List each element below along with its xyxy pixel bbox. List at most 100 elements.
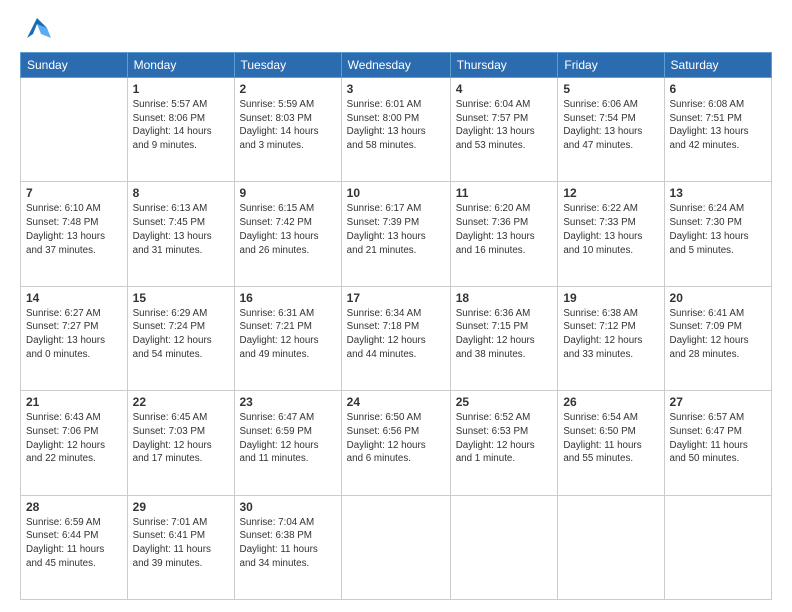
calendar-cell: 19Sunrise: 6:38 AM Sunset: 7:12 PM Dayli…	[558, 286, 664, 390]
day-number: 29	[133, 500, 229, 514]
day-info: Sunrise: 6:04 AM Sunset: 7:57 PM Dayligh…	[456, 98, 553, 153]
calendar-cell: 2 Sunrise: 5:59 AM Sunset: 8:03 PM Daylig…	[234, 78, 341, 182]
calendar-cell: 4 Sunrise: 6:04 AM Sunset: 7:57 PM Daylig…	[450, 78, 558, 182]
calendar-cell	[21, 78, 128, 182]
week-row-5: 28 Sunrise: 6:59 AM Sunset: 6:44 PM Dayli…	[21, 495, 772, 599]
calendar-cell: 15 Sunrise: 6:29 AM Sunset: 7:24 PM Dayli…	[127, 286, 234, 390]
calendar-cell: 18 Sunrise: 6:36 AM Sunset: 7:15 PM Dayli…	[450, 286, 558, 390]
calendar-cell: 23Sunrise: 6:47 AM Sunset: 6:59 PM Dayli…	[234, 391, 341, 495]
header	[20, 18, 772, 42]
day-info: Sunrise: 6:01 AM Sunset: 8:00 PM Dayligh…	[347, 98, 445, 153]
calendar-cell: 9 Sunrise: 6:15 AM Sunset: 7:42 PM Daylig…	[234, 182, 341, 286]
calendar-cell: 13Sunrise: 6:24 AM Sunset: 7:30 PM Dayli…	[664, 182, 771, 286]
day-number: 18	[456, 291, 553, 305]
day-number: 24	[347, 395, 445, 409]
calendar-cell	[450, 495, 558, 599]
day-number: 19	[563, 291, 658, 305]
day-info: Sunrise: 6:20 AM Sunset: 7:36 PM Dayligh…	[456, 202, 553, 257]
day-info: Sunrise: 6:34 AM Sunset: 7:18 PM Dayligh…	[347, 307, 445, 362]
day-info: Sunrise: 6:57 AM Sunset: 6:47 PM Dayligh…	[670, 411, 766, 466]
weekday-header-sunday: Sunday	[21, 53, 128, 78]
day-info: Sunrise: 6:22 AM Sunset: 7:33 PM Dayligh…	[563, 202, 658, 257]
weekday-header-tuesday: Tuesday	[234, 53, 341, 78]
day-number: 2	[240, 82, 336, 96]
day-number: 26	[563, 395, 658, 409]
day-number: 28	[26, 500, 122, 514]
week-row-2: 7 Sunrise: 6:10 AM Sunset: 7:48 PM Daylig…	[21, 182, 772, 286]
weekday-header-saturday: Saturday	[664, 53, 771, 78]
day-info: Sunrise: 6:08 AM Sunset: 7:51 PM Dayligh…	[670, 98, 766, 153]
day-info: Sunrise: 6:10 AM Sunset: 7:48 PM Dayligh…	[26, 202, 122, 257]
calendar-table: SundayMondayTuesdayWednesdayThursdayFrid…	[20, 52, 772, 600]
day-number: 17	[347, 291, 445, 305]
day-info: Sunrise: 6:59 AM Sunset: 6:44 PM Dayligh…	[26, 516, 122, 571]
day-number: 25	[456, 395, 553, 409]
day-number: 22	[133, 395, 229, 409]
day-number: 16	[240, 291, 336, 305]
calendar-cell	[664, 495, 771, 599]
day-info: Sunrise: 6:54 AM Sunset: 6:50 PM Dayligh…	[563, 411, 658, 466]
week-row-4: 21 Sunrise: 6:43 AM Sunset: 7:06 PM Dayli…	[21, 391, 772, 495]
day-info: Sunrise: 6:43 AM Sunset: 7:06 PM Dayligh…	[26, 411, 122, 466]
day-number: 14	[26, 291, 122, 305]
day-number: 27	[670, 395, 766, 409]
day-number: 3	[347, 82, 445, 96]
calendar-cell: 6 Sunrise: 6:08 AM Sunset: 7:51 PM Daylig…	[664, 78, 771, 182]
calendar-cell: 29 Sunrise: 7:01 AM Sunset: 6:41 PM Dayli…	[127, 495, 234, 599]
day-info: Sunrise: 6:17 AM Sunset: 7:39 PM Dayligh…	[347, 202, 445, 257]
calendar-cell: 22 Sunrise: 6:45 AM Sunset: 7:03 PM Dayli…	[127, 391, 234, 495]
day-info: Sunrise: 7:01 AM Sunset: 6:41 PM Dayligh…	[133, 516, 229, 571]
day-number: 12	[563, 186, 658, 200]
day-info: Sunrise: 6:52 AM Sunset: 6:53 PM Dayligh…	[456, 411, 553, 466]
day-info: Sunrise: 6:15 AM Sunset: 7:42 PM Dayligh…	[240, 202, 336, 257]
week-row-1: 1 Sunrise: 5:57 AM Sunset: 8:06 PM Daylig…	[21, 78, 772, 182]
weekday-header-monday: Monday	[127, 53, 234, 78]
calendar-cell: 21 Sunrise: 6:43 AM Sunset: 7:06 PM Dayli…	[21, 391, 128, 495]
day-info: Sunrise: 6:24 AM Sunset: 7:30 PM Dayligh…	[670, 202, 766, 257]
calendar-cell: 17 Sunrise: 6:34 AM Sunset: 7:18 PM Dayli…	[341, 286, 450, 390]
calendar-cell: 28 Sunrise: 6:59 AM Sunset: 6:44 PM Dayli…	[21, 495, 128, 599]
day-info: Sunrise: 6:31 AM Sunset: 7:21 PM Dayligh…	[240, 307, 336, 362]
day-info: Sunrise: 7:04 AM Sunset: 6:38 PM Dayligh…	[240, 516, 336, 571]
day-number: 15	[133, 291, 229, 305]
day-number: 7	[26, 186, 122, 200]
day-number: 9	[240, 186, 336, 200]
calendar-cell: 20 Sunrise: 6:41 AM Sunset: 7:09 PM Dayli…	[664, 286, 771, 390]
calendar-cell: 30Sunrise: 7:04 AM Sunset: 6:38 PM Dayli…	[234, 495, 341, 599]
day-info: Sunrise: 6:47 AM Sunset: 6:59 PM Dayligh…	[240, 411, 336, 466]
day-info: Sunrise: 6:45 AM Sunset: 7:03 PM Dayligh…	[133, 411, 229, 466]
day-number: 21	[26, 395, 122, 409]
day-info: Sunrise: 5:57 AM Sunset: 8:06 PM Dayligh…	[133, 98, 229, 153]
calendar-cell: 14 Sunrise: 6:27 AM Sunset: 7:27 PM Dayli…	[21, 286, 128, 390]
calendar-cell: 27 Sunrise: 6:57 AM Sunset: 6:47 PM Dayli…	[664, 391, 771, 495]
day-info: Sunrise: 6:06 AM Sunset: 7:54 PM Dayligh…	[563, 98, 658, 153]
day-number: 6	[670, 82, 766, 96]
day-info: Sunrise: 6:27 AM Sunset: 7:27 PM Dayligh…	[26, 307, 122, 362]
day-number: 11	[456, 186, 553, 200]
calendar-cell: 8Sunrise: 6:13 AM Sunset: 7:45 PM Daylig…	[127, 182, 234, 286]
calendar-cell: 26 Sunrise: 6:54 AM Sunset: 6:50 PM Dayli…	[558, 391, 664, 495]
page: SundayMondayTuesdayWednesdayThursdayFrid…	[0, 0, 792, 612]
day-info: Sunrise: 6:41 AM Sunset: 7:09 PM Dayligh…	[670, 307, 766, 362]
day-info: Sunrise: 6:36 AM Sunset: 7:15 PM Dayligh…	[456, 307, 553, 362]
day-info: Sunrise: 6:50 AM Sunset: 6:56 PM Dayligh…	[347, 411, 445, 466]
weekday-header-row: SundayMondayTuesdayWednesdayThursdayFrid…	[21, 53, 772, 78]
day-number: 4	[456, 82, 553, 96]
weekday-header-wednesday: Wednesday	[341, 53, 450, 78]
weekday-header-thursday: Thursday	[450, 53, 558, 78]
calendar-cell: 1 Sunrise: 5:57 AM Sunset: 8:06 PM Daylig…	[127, 78, 234, 182]
day-info: Sunrise: 5:59 AM Sunset: 8:03 PM Dayligh…	[240, 98, 336, 153]
calendar-cell: 24 Sunrise: 6:50 AM Sunset: 6:56 PM Dayli…	[341, 391, 450, 495]
logo	[20, 18, 51, 42]
day-number: 1	[133, 82, 229, 96]
calendar-cell: 7 Sunrise: 6:10 AM Sunset: 7:48 PM Daylig…	[21, 182, 128, 286]
day-number: 8	[133, 186, 229, 200]
calendar-cell: 12 Sunrise: 6:22 AM Sunset: 7:33 PM Dayli…	[558, 182, 664, 286]
weekday-header-friday: Friday	[558, 53, 664, 78]
day-number: 20	[670, 291, 766, 305]
calendar-cell: 5Sunrise: 6:06 AM Sunset: 7:54 PM Daylig…	[558, 78, 664, 182]
calendar-cell: 3 Sunrise: 6:01 AM Sunset: 8:00 PM Daylig…	[341, 78, 450, 182]
calendar-cell: 10Sunrise: 6:17 AM Sunset: 7:39 PM Dayli…	[341, 182, 450, 286]
day-info: Sunrise: 6:29 AM Sunset: 7:24 PM Dayligh…	[133, 307, 229, 362]
calendar-cell	[341, 495, 450, 599]
